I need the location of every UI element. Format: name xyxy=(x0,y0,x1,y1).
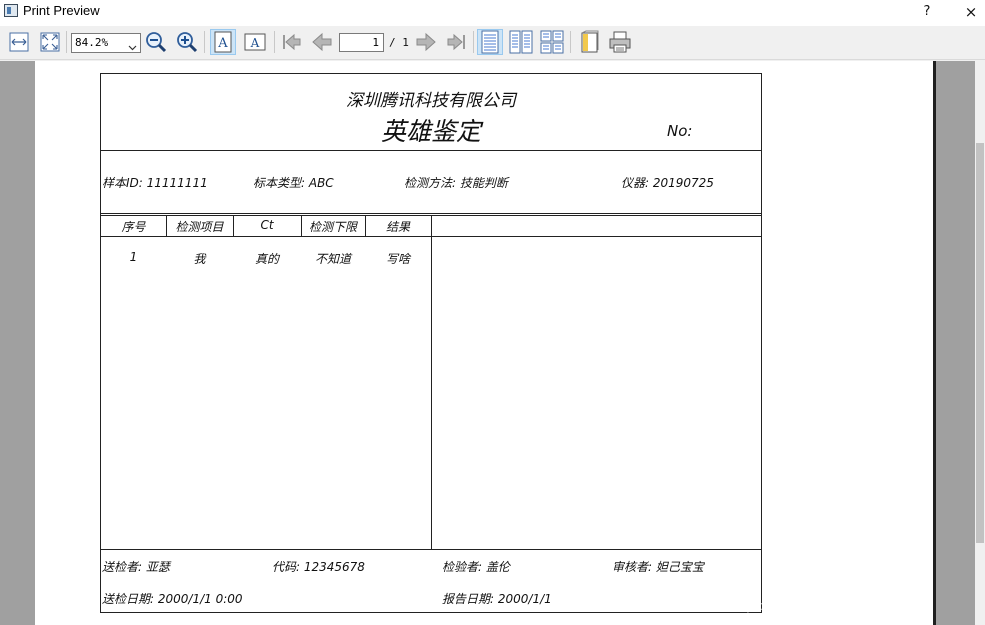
divider xyxy=(101,150,761,151)
company-name: 深圳腾讯科技有限公司 xyxy=(346,91,516,111)
column-header: 序号 xyxy=(121,220,146,234)
zoom-in-icon[interactable] xyxy=(174,29,200,55)
single-page-icon[interactable] xyxy=(477,29,503,55)
app-icon xyxy=(4,4,18,17)
portrait-icon[interactable]: A xyxy=(210,29,236,55)
page-setup-icon[interactable] xyxy=(577,29,603,55)
watermark-text: https://blog.csdn.net/qq_41399894 xyxy=(732,598,932,613)
toolbar-separator xyxy=(473,31,474,53)
toolbar-separator xyxy=(570,31,571,53)
sample-type-field: 标本类型: ABC xyxy=(253,176,334,190)
print-icon[interactable] xyxy=(607,29,633,55)
svg-text:A: A xyxy=(217,36,228,51)
sender-field: 送检者: 亚瑟 xyxy=(102,560,170,574)
column-header: 结果 xyxy=(385,220,410,234)
method-field: 检测方法: 技能判断 xyxy=(404,176,508,190)
next-page-icon[interactable] xyxy=(413,29,439,55)
zoom-value: 84.2% xyxy=(75,36,109,49)
fit-page-icon[interactable] xyxy=(37,29,63,55)
title-bar: Print Preview ? × xyxy=(0,0,985,26)
send-date-field: 送检日期: 2000/1/1 0:00 xyxy=(102,592,243,606)
last-page-icon[interactable] xyxy=(444,29,470,55)
divider xyxy=(101,213,761,214)
page-total-label: / 1 xyxy=(389,36,409,49)
column-header: Ct xyxy=(260,218,274,232)
report-form: 深圳腾讯科技有限公司 英雄鉴定 No: 样本ID: 11111111 标本类型:… xyxy=(100,73,762,613)
help-button[interactable]: ? xyxy=(912,1,942,23)
inspector-field: 检验者: 盖伦 xyxy=(442,560,510,574)
report-date-field: 报告日期: 2000/1/1 xyxy=(442,592,552,606)
previous-page-icon[interactable] xyxy=(309,29,335,55)
instrument-field: 仪器: 20190725 xyxy=(621,176,714,190)
table-cell: 我 xyxy=(193,252,206,266)
report-number-label: No: xyxy=(667,122,693,140)
fit-width-icon[interactable] xyxy=(6,29,32,55)
svg-text:A: A xyxy=(250,36,260,50)
facing-pages-icon[interactable] xyxy=(508,29,534,55)
first-page-icon[interactable] xyxy=(278,29,304,55)
table-cell: 真的 xyxy=(254,252,279,266)
toolbar: A A xyxy=(0,26,985,60)
zoom-out-icon[interactable] xyxy=(143,29,169,55)
print-preview-window: Print Preview ? × A A 84.2% 1 / 1 深圳腾讯科技… xyxy=(0,0,985,625)
column-divider xyxy=(431,215,432,549)
scrollbar-thumb[interactable] xyxy=(976,143,984,543)
sample-id-field: 样本ID: 11111111 xyxy=(102,176,208,190)
report-title: 英雄鉴定 xyxy=(380,117,481,146)
toolbar-separator xyxy=(274,31,275,53)
overview-pages-icon[interactable] xyxy=(539,29,565,55)
column-header: 检测项目 xyxy=(175,220,224,234)
table-cell: 1 xyxy=(129,250,138,264)
zoom-combo-box[interactable]: 84.2% xyxy=(71,33,141,53)
chevron-down-icon[interactable] xyxy=(128,39,137,57)
landscape-icon[interactable]: A xyxy=(242,29,268,55)
toolbar-separator xyxy=(204,31,205,53)
table-cell: 不知道 xyxy=(314,252,351,266)
close-button[interactable]: × xyxy=(956,1,985,23)
table-cell: 写啥 xyxy=(385,252,410,266)
divider xyxy=(101,549,761,550)
reviewer-field: 审核者: 妲己宝宝 xyxy=(612,560,704,574)
window-title: Print Preview xyxy=(23,3,100,18)
toolbar-separator xyxy=(66,31,67,53)
code-field: 代码: 12345678 xyxy=(272,560,365,574)
column-header: 检测下限 xyxy=(308,220,357,234)
page-number-input[interactable]: 1 xyxy=(339,33,384,52)
